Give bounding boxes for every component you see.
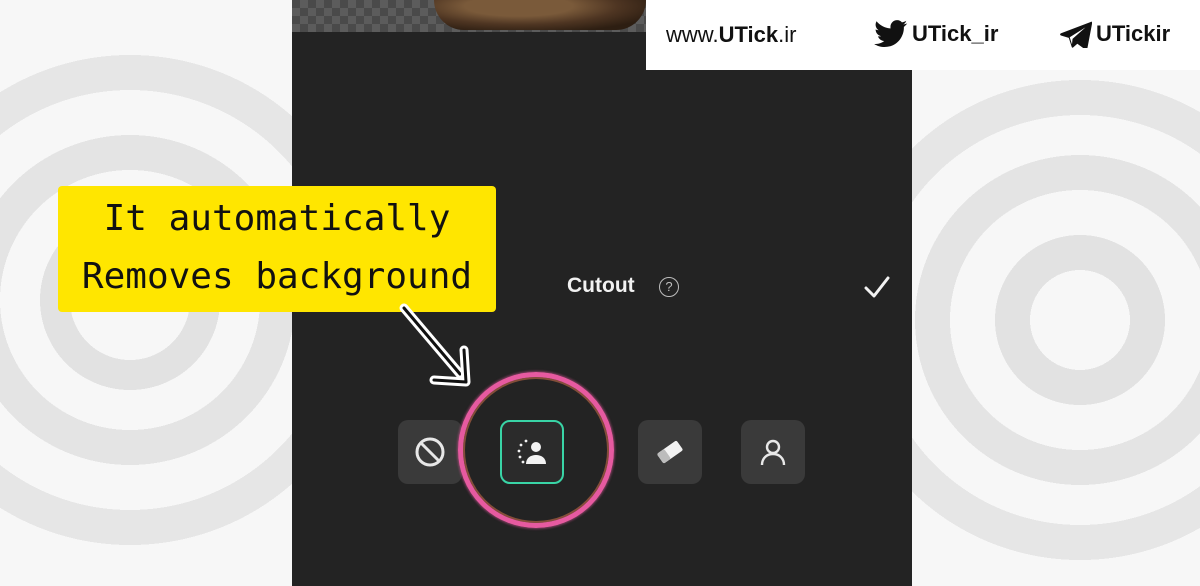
question-circle-icon[interactable]: ? — [659, 277, 679, 297]
highlight-ring — [458, 372, 614, 528]
annotation-line-2: Removes background — [81, 256, 473, 297]
prohibited-icon — [415, 437, 445, 467]
cutout-preview-image — [434, 0, 646, 30]
telegram-icon — [1060, 21, 1092, 48]
annotation-callout: It automatically Removes background — [58, 186, 496, 312]
telegram-handle: UTickir — [1096, 21, 1171, 46]
tool-none-button[interactable] — [398, 420, 462, 484]
tool-person-button[interactable] — [741, 420, 805, 484]
watermark-telegram: UTickir — [1060, 20, 1170, 48]
twitter-handle: UTick_ir — [912, 21, 999, 46]
eraser-icon — [657, 440, 683, 464]
tool-eraser-button[interactable] — [638, 420, 702, 484]
twitter-icon — [874, 20, 908, 48]
panel-title: Cutout — [567, 274, 635, 297]
watermark-site: www.UTick.ir — [666, 22, 797, 47]
annotation-line-1: It automatically — [103, 198, 451, 239]
watermark-twitter: UTick_ir — [874, 20, 998, 48]
annotation-arrow — [399, 303, 471, 387]
watermark-banner: www.UTick.ir UTick_ir UTickir — [646, 0, 1200, 70]
checkmark-icon[interactable] — [862, 274, 892, 300]
person-outline-icon — [760, 439, 786, 466]
